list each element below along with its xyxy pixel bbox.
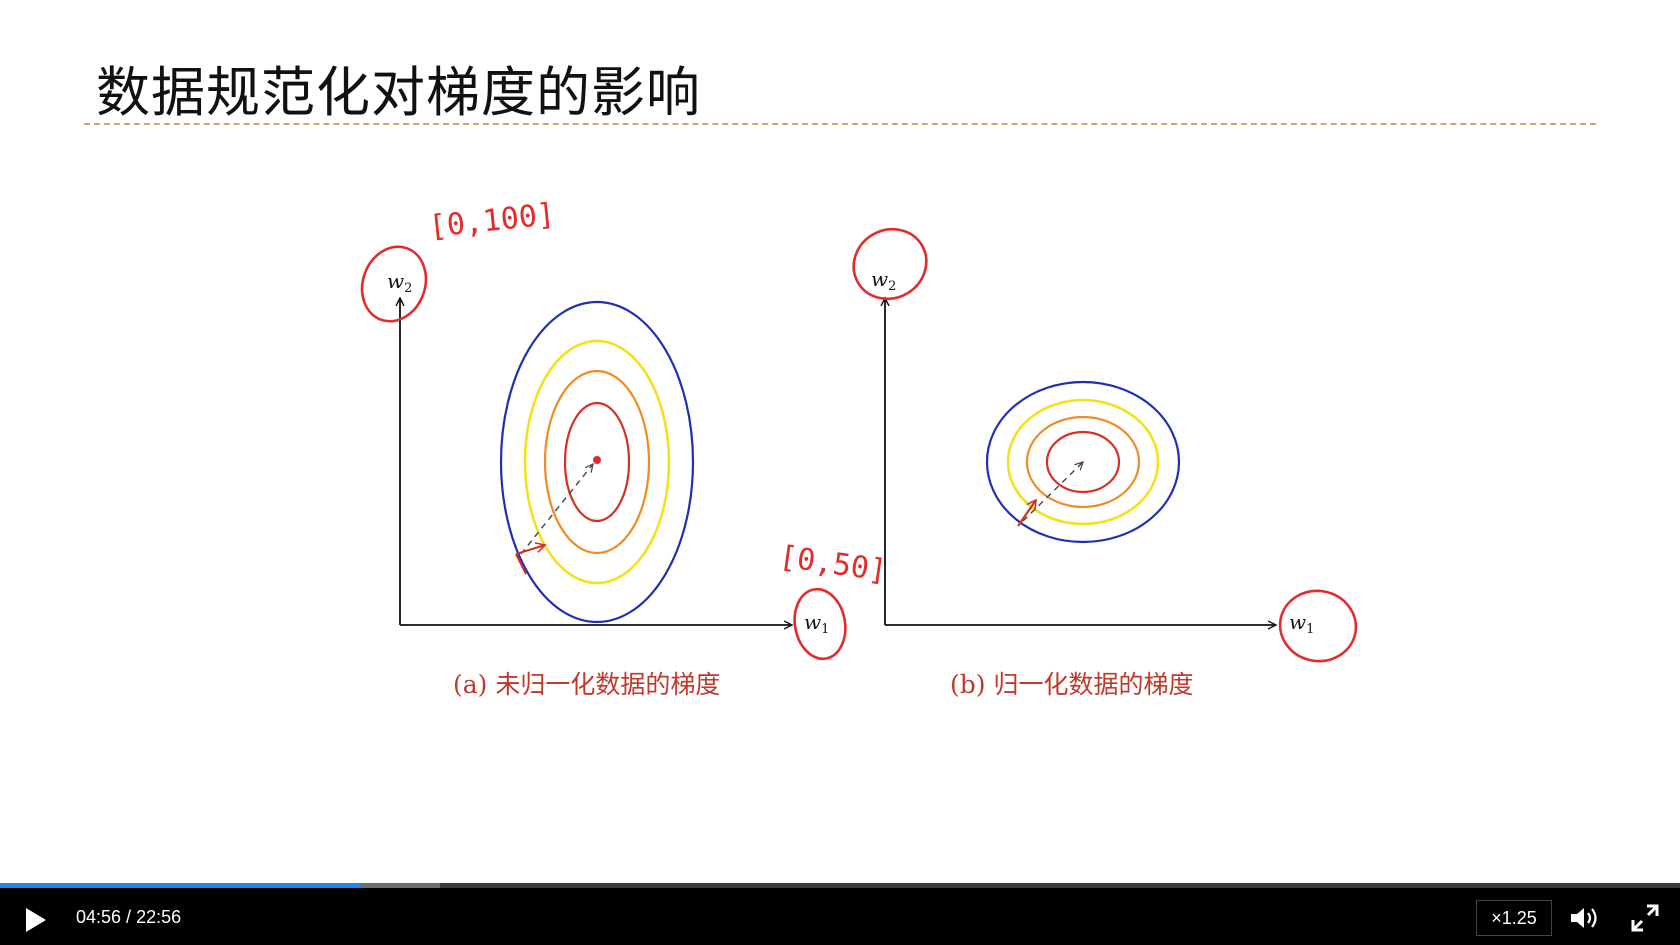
- play-button[interactable]: [20, 905, 50, 935]
- annotation-range-top: [0,100]: [427, 197, 556, 245]
- slide-title: 数据规范化对梯度的影响: [96, 61, 701, 124]
- fullscreen-icon: [1631, 904, 1659, 932]
- diagram-a-x-label: w1: [804, 610, 829, 637]
- diagram-b: w2 w1 (b) 归一化数据的梯度: [852, 227, 1358, 699]
- playback-speed-label: ×1.25: [1491, 907, 1537, 928]
- diagram-a-gradient-path: [520, 464, 593, 555]
- diagram-a-gradient-arrow: [515, 545, 545, 555]
- title-divider: [84, 123, 1596, 125]
- diagram-b-x-label: w1: [1289, 610, 1314, 637]
- diagram-b-caption: (b) 归一化数据的梯度: [950, 670, 1193, 699]
- fullscreen-button[interactable]: [1630, 903, 1660, 933]
- slide: 数据规范化对梯度的影响 w2 w1 [0,100] [0,50] (a) 未归一…: [0, 0, 1680, 883]
- diagram-a-gradient-tick: [515, 553, 527, 575]
- volume-icon: [1571, 908, 1597, 928]
- volume-button[interactable]: [1568, 903, 1602, 933]
- annotation-range-right: [0,50]: [777, 539, 889, 589]
- diagram-a-minimum-point: [593, 456, 601, 464]
- diagram-a-y-label: w2: [387, 269, 412, 296]
- current-time: 04:56: [76, 907, 122, 927]
- diagram-a-caption: (a) 未归一化数据的梯度: [453, 670, 720, 699]
- diagram-b-y-label: w2: [871, 267, 896, 294]
- video-player-controls: 04:56 / 22:56 ×1.25: [0, 883, 1680, 945]
- time-display: 04:56 / 22:56: [76, 907, 181, 928]
- diagram-b-y-label-circle: [852, 227, 928, 301]
- playback-speed-button[interactable]: ×1.25: [1476, 900, 1552, 936]
- gradient-figure: w2 w1 [0,100] [0,50] (a) 未归一化数据的梯度 w2 w1…: [360, 197, 1358, 699]
- time-separator: /: [121, 907, 137, 927]
- progress-played: [0, 883, 362, 888]
- diagram-b-x-label-circle: [1278, 589, 1358, 663]
- diagram-a: w2 w1 [0,100] [0,50] (a) 未归一化数据的梯度: [360, 197, 889, 699]
- play-icon: [26, 908, 46, 932]
- progress-bar[interactable]: [0, 883, 1680, 888]
- total-time: 22:56: [136, 907, 182, 927]
